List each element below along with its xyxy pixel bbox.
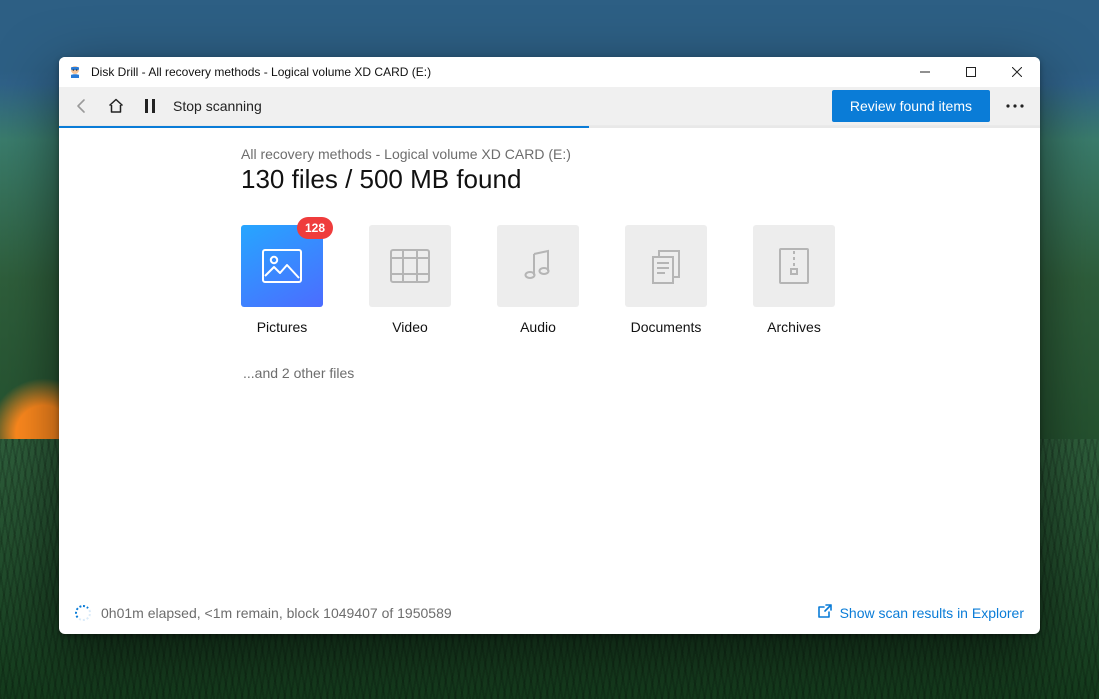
scan-progress (59, 126, 1040, 128)
pause-button[interactable] (133, 89, 167, 123)
show-in-explorer-link[interactable]: Show scan results in Explorer (816, 604, 1024, 623)
pictures-badge: 128 (297, 217, 333, 239)
open-external-icon (816, 604, 832, 623)
other-files-note: ...and 2 other files (243, 365, 1040, 381)
review-found-items-button[interactable]: Review found items (832, 90, 990, 122)
category-audio[interactable]: Audio (497, 225, 579, 335)
minimize-button[interactable] (902, 57, 948, 87)
stop-scanning-button[interactable]: Stop scanning (173, 98, 262, 114)
breadcrumb: All recovery methods - Logical volume XD… (241, 146, 1040, 162)
scan-progress-fill (59, 126, 589, 128)
app-icon (67, 64, 83, 80)
category-video[interactable]: Video (369, 225, 451, 335)
audio-icon (497, 225, 579, 307)
back-button[interactable] (65, 89, 99, 123)
category-label: Documents (631, 319, 702, 335)
category-archives[interactable]: Archives (753, 225, 835, 335)
scan-status-text: 0h01m elapsed, <1m remain, block 1049407… (101, 605, 452, 621)
footer: 0h01m elapsed, <1m remain, block 1049407… (59, 592, 1040, 634)
spinner-icon (75, 605, 91, 621)
content-area: All recovery methods - Logical volume XD… (59, 128, 1040, 592)
more-options-button[interactable] (996, 89, 1034, 123)
document-icon (625, 225, 707, 307)
toolbar: Stop scanning Review found items (59, 87, 1040, 126)
category-documents[interactable]: Documents (625, 225, 707, 335)
maximize-button[interactable] (948, 57, 994, 87)
category-label: Pictures (257, 319, 308, 335)
video-icon (369, 225, 451, 307)
archive-icon (753, 225, 835, 307)
titlebar: Disk Drill - All recovery methods - Logi… (59, 57, 1040, 87)
category-cards: 128 Pictures Video Audio (241, 225, 1040, 335)
home-button[interactable] (99, 89, 133, 123)
category-label: Archives (767, 319, 821, 335)
show-in-explorer-label: Show scan results in Explorer (840, 605, 1024, 621)
close-button[interactable] (994, 57, 1040, 87)
app-window: Disk Drill - All recovery methods - Logi… (59, 57, 1040, 634)
category-label: Video (392, 319, 428, 335)
category-pictures[interactable]: 128 Pictures (241, 225, 323, 335)
summary-heading: 130 files / 500 MB found (241, 164, 1040, 195)
category-label: Audio (520, 319, 556, 335)
window-title: Disk Drill - All recovery methods - Logi… (91, 65, 431, 79)
